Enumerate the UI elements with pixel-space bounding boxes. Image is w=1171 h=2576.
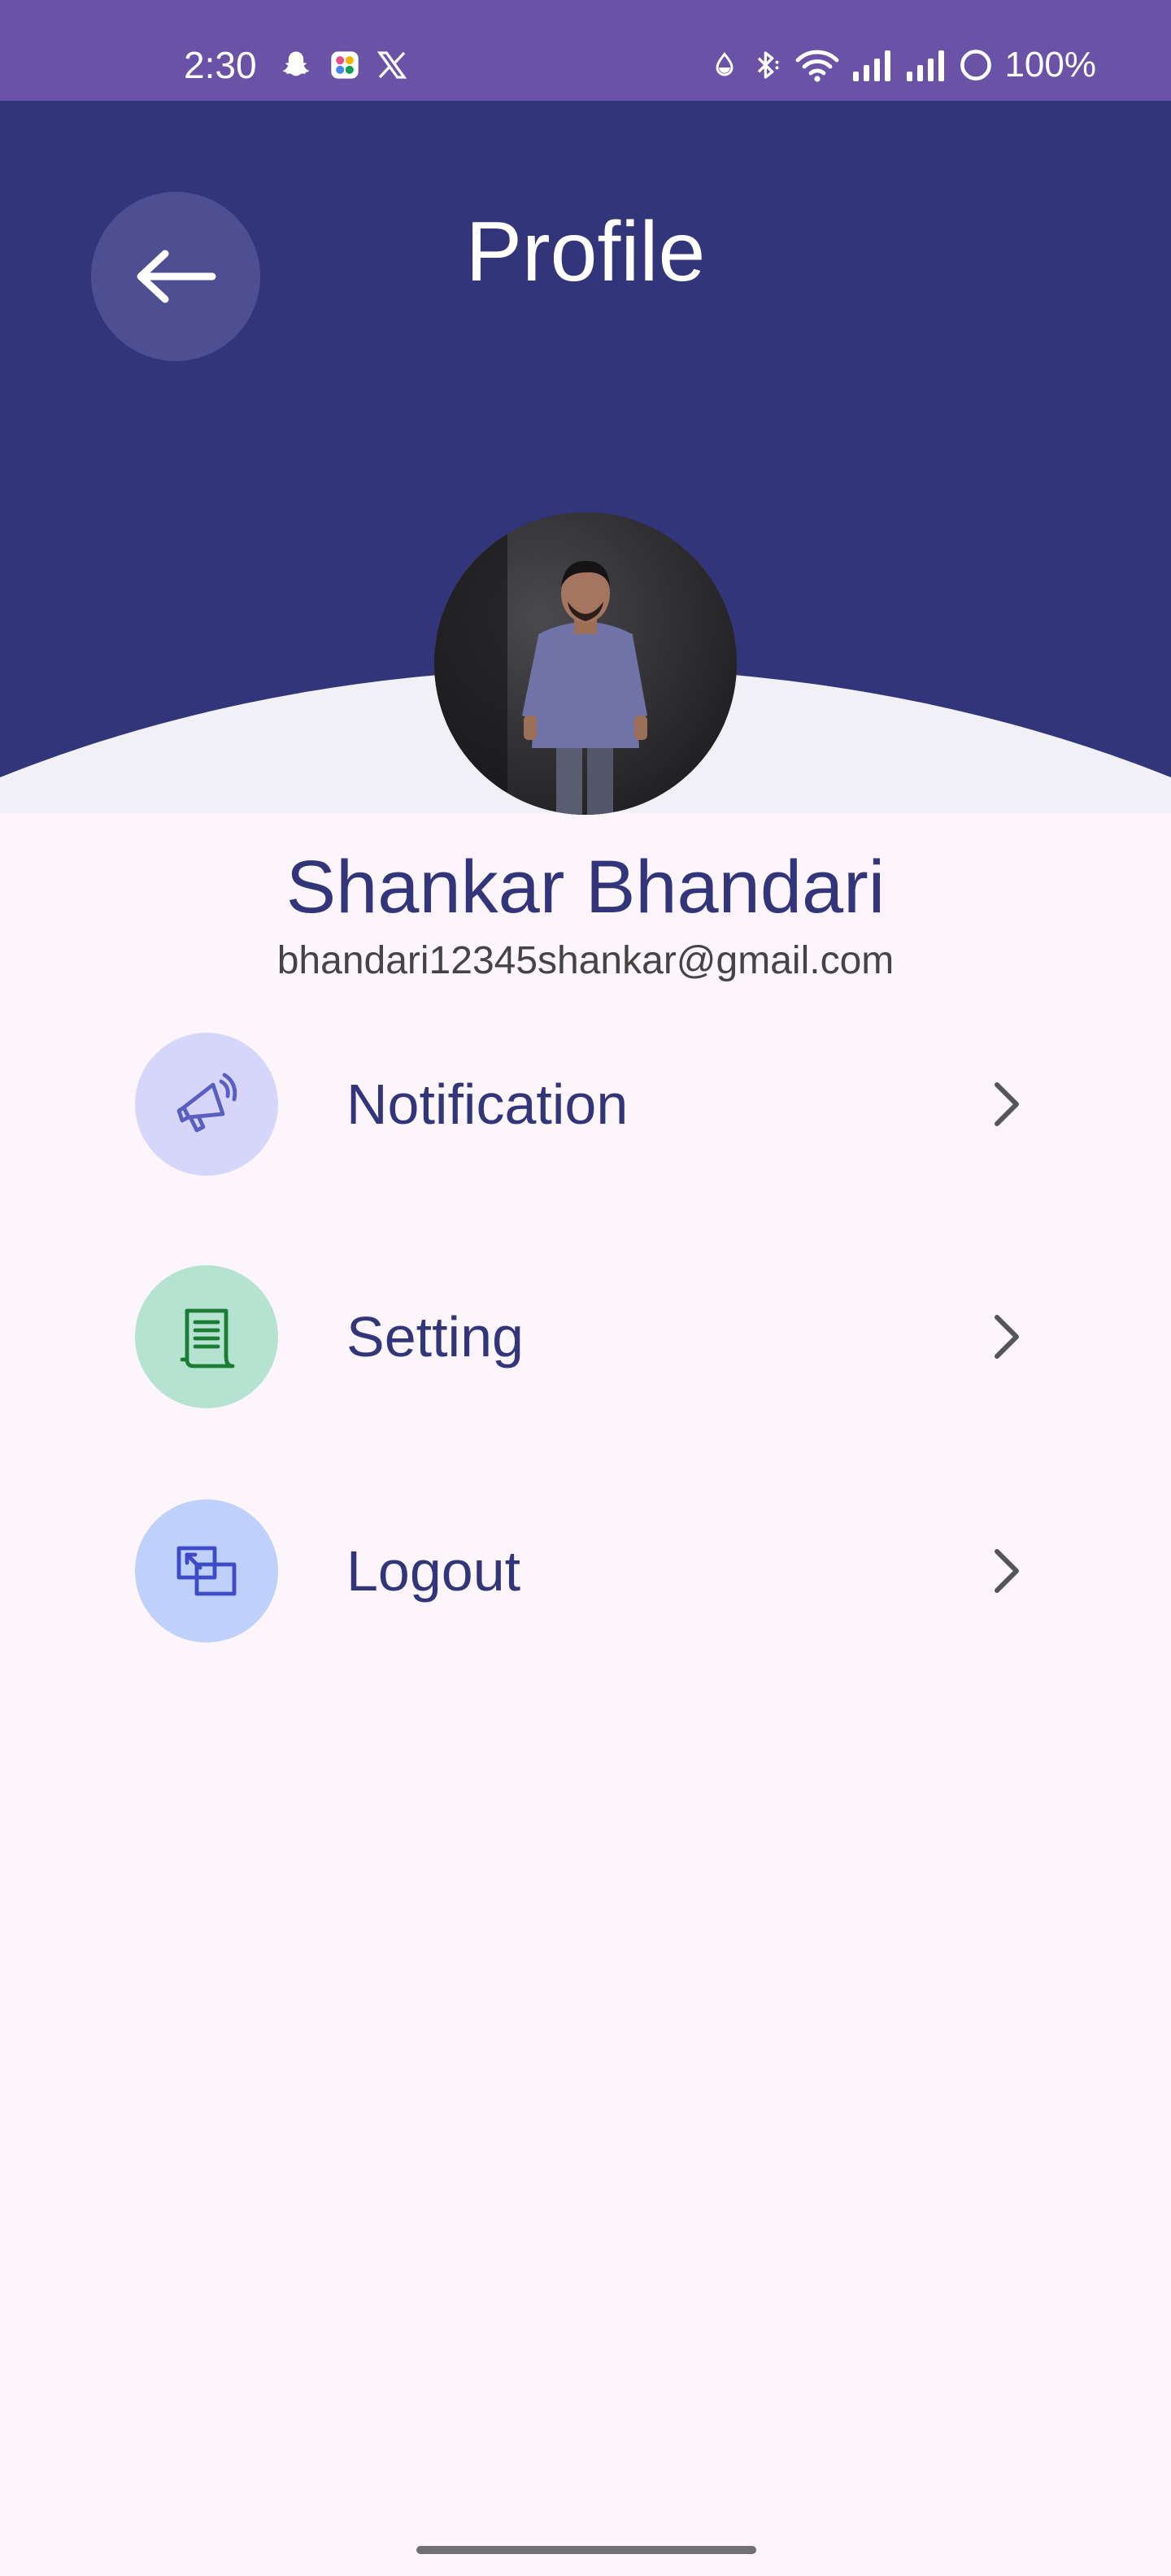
menu-item-setting[interactable]: Setting: [135, 1265, 1036, 1408]
multi-app-icon: [331, 51, 359, 79]
home-indicator[interactable]: [416, 2546, 756, 2554]
notification-icons: [278, 44, 408, 86]
menu-label: Setting: [346, 1305, 524, 1368]
wifi-icon: [796, 50, 839, 82]
x-icon: [377, 51, 407, 79]
system-icons: 100%: [710, 42, 1096, 88]
status-bar: 2:30 100%: [0, 0, 1171, 101]
bluetooth-icon: [758, 51, 779, 79]
menu-label: Notification: [346, 1073, 629, 1136]
avatar[interactable]: [434, 512, 737, 815]
snapchat-icon: [282, 51, 310, 76]
menu-item-notification[interactable]: Notification: [135, 1033, 1036, 1176]
profile-photo: [434, 512, 737, 815]
status-time: 2:30: [184, 44, 257, 86]
battery-icon: [960, 50, 992, 80]
chevron-right-icon: [995, 1315, 1019, 1359]
menu-item-logout[interactable]: Logout: [135, 1499, 1036, 1643]
user-name: Shankar Bhandari: [285, 846, 886, 929]
logout-windows-icon: [176, 1546, 237, 1596]
page-title: Profile: [465, 205, 706, 299]
notification-icon-circle: [135, 1033, 278, 1176]
chevron-right-icon: [995, 1082, 1019, 1126]
data-saver-icon: [716, 52, 734, 76]
menu-label: Logout: [346, 1539, 521, 1603]
chevron-right-icon: [995, 1549, 1019, 1593]
megaphone-icon: [176, 1073, 237, 1133]
battery-percent: 100%: [1004, 45, 1096, 85]
signal-icon: [907, 50, 945, 81]
user-email: bhandari12345shankar@gmail.com: [276, 939, 895, 982]
document-scroll-icon: [180, 1308, 235, 1368]
setting-icon-circle: [135, 1265, 278, 1408]
logout-icon-circle: [135, 1499, 278, 1643]
signal-icon: [853, 50, 891, 81]
